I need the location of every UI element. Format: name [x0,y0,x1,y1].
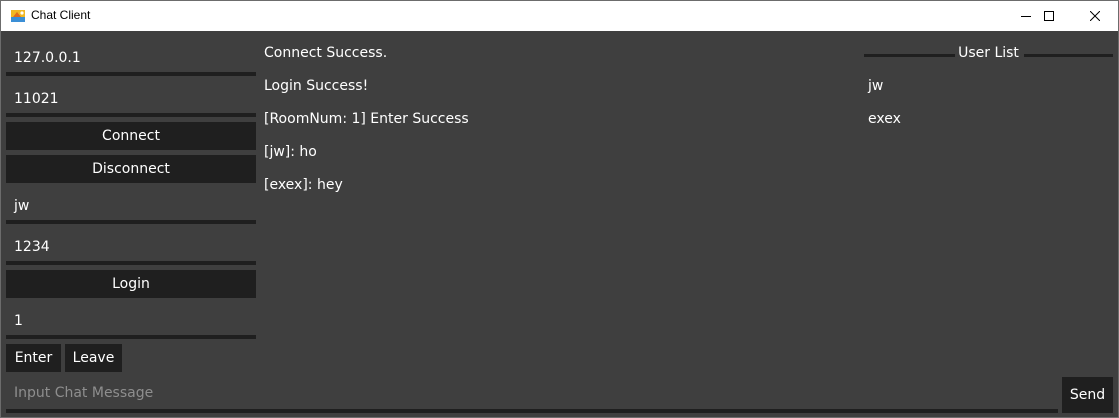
ip-address-value: 127.0.0.1 [14,50,81,66]
chat-message-input[interactable]: Input Chat Message [6,378,1058,413]
send-button[interactable]: Send [1062,377,1113,413]
port-field[interactable]: 11021 [6,85,256,117]
user-id-field[interactable]: jw [6,192,256,224]
user-list-title: User List [955,45,1022,61]
chat-message: Login Success! [264,78,369,94]
leave-button[interactable]: Leave [65,344,122,372]
enter-button[interactable]: Enter [6,344,61,372]
room-number-value: 1 [14,313,23,329]
user-id-value: jw [14,198,30,214]
connect-button[interactable]: Connect [6,122,256,150]
app-icon [10,8,26,24]
main-content: 127.0.0.1 11021 Connect Disconnect jw 12… [1,31,1118,417]
maximize-button[interactable] [1026,1,1072,31]
ip-address-field[interactable]: 127.0.0.1 [6,44,256,76]
disconnect-button[interactable]: Disconnect [6,155,256,183]
window-title: Chat Client [31,8,91,22]
login-button[interactable]: Login [6,270,256,298]
chat-message: [exex]: hey [264,177,343,193]
chat-client-window: Chat Client 127.0.0.1 11021 Connect Disc… [0,0,1119,418]
close-button[interactable] [1072,1,1118,31]
user-list-item[interactable]: exex [868,111,901,127]
maximize-icon [1044,11,1054,21]
close-icon [1090,11,1100,21]
password-field[interactable]: 1234 [6,233,256,265]
chat-message-placeholder: Input Chat Message [14,385,154,401]
chat-message: Connect Success. [264,45,388,61]
chat-message: [RoomNum: 1] Enter Success [264,111,469,127]
chat-message: [jw]: ho [264,144,317,160]
title-bar: Chat Client [1,1,1118,31]
user-list-item[interactable]: jw [868,78,883,94]
room-number-field[interactable]: 1 [6,307,256,339]
password-value: 1234 [14,239,50,255]
port-value: 11021 [14,91,59,107]
user-list-header: User List [864,45,1113,65]
